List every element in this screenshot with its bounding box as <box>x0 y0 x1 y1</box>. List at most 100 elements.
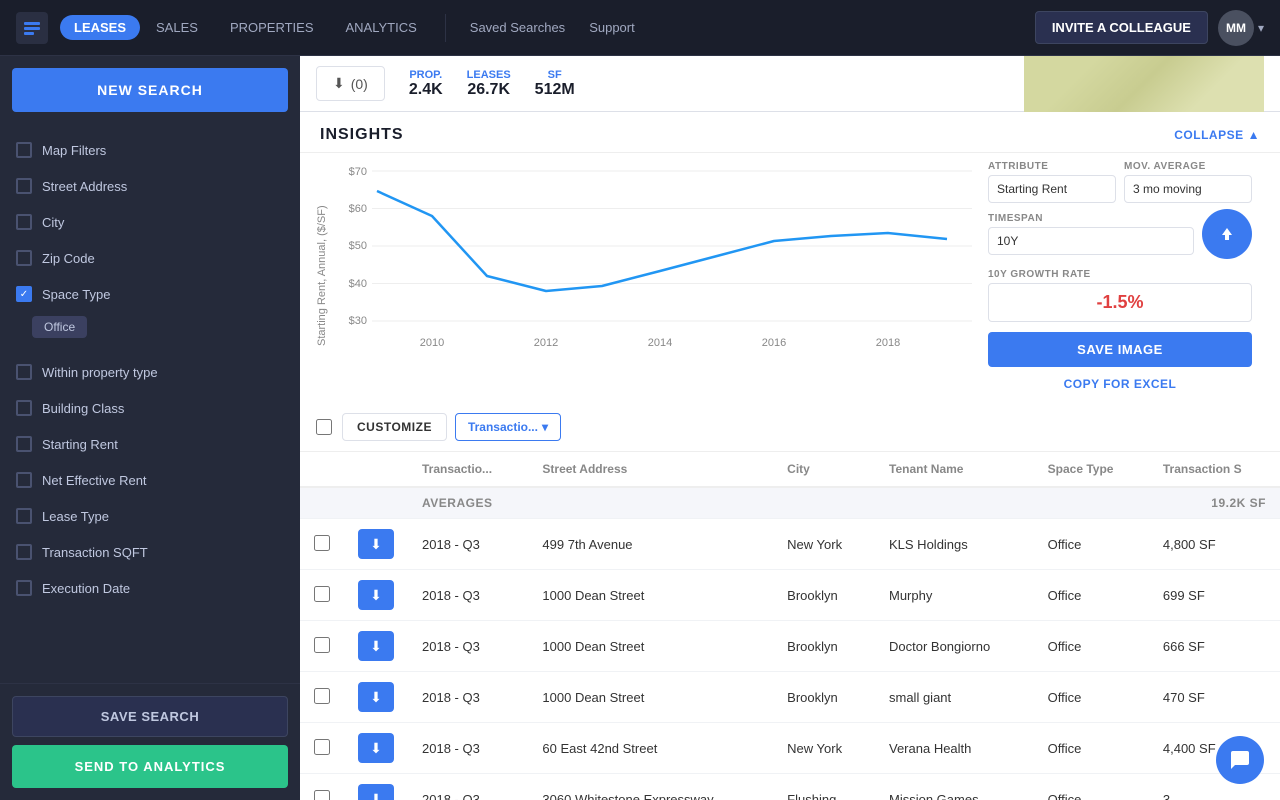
filter-item-net-effective-rent[interactable]: Net Effective Rent <box>0 462 300 498</box>
row-download-button[interactable]: ⬇ <box>358 733 394 763</box>
send-to-analytics-button[interactable]: SEND TO ANALYTICS <box>12 745 288 788</box>
row-checkbox[interactable] <box>314 637 330 653</box>
filter-checkbox-transaction-sqft <box>16 544 32 560</box>
filter-item-transaction-sqft[interactable]: Transaction SQFT <box>0 534 300 570</box>
table-row: ⬇ 2018 - Q3 499 7th Avenue New York KLS … <box>300 519 1280 570</box>
filter-item-within-property-type[interactable]: Within property type <box>0 354 300 390</box>
table-row: ⬇ 2018 - Q3 60 East 42nd Street New York… <box>300 723 1280 774</box>
nav-tab-properties[interactable]: PROPERTIES <box>214 20 330 35</box>
filter-item-city[interactable]: City <box>0 204 300 240</box>
space-type-tag[interactable]: Office <box>32 316 87 338</box>
chart-with-y-label: Starting Rent, Annual, ($/SF) $70 $60 <box>316 161 972 391</box>
filter-item-map-filters[interactable]: Map Filters <box>0 132 300 168</box>
col-tenant-name: Tenant Name <box>875 452 1034 487</box>
row-checkbox[interactable] <box>314 739 330 755</box>
nav-tab-sales[interactable]: SALES <box>140 20 214 35</box>
column-filter-button[interactable]: Transactio... ▾ <box>455 413 561 441</box>
svg-text:$70: $70 <box>349 166 367 178</box>
nav-tab-leases[interactable]: LEASES <box>60 15 140 40</box>
row-period: 2018 - Q3 <box>408 519 528 570</box>
avatar-chevron-icon[interactable]: ▾ <box>1258 21 1264 35</box>
svg-text:2018: 2018 <box>876 337 900 349</box>
timespan-select[interactable]: 10Y <box>988 227 1194 255</box>
row-download-button[interactable]: ⬇ <box>358 631 394 661</box>
right-panel: ⬇ (0) PROP. 2.4K LEASES 26.7K SF 512M <box>300 56 1280 800</box>
stat-leases-label: LEASES <box>467 69 511 81</box>
row-checkbox[interactable] <box>314 790 330 800</box>
row-checkbox[interactable] <box>314 586 330 602</box>
map-thumbnail[interactable] <box>1024 56 1264 112</box>
filter-checkbox-city <box>16 214 32 230</box>
row-download-button[interactable]: ⬇ <box>358 682 394 712</box>
column-filter-label: Transactio... <box>468 420 538 434</box>
averages-label: AVERAGES <box>422 496 492 510</box>
filter-item-starting-rent[interactable]: Starting Rent <box>0 426 300 462</box>
avatar[interactable]: MM <box>1218 10 1254 46</box>
invite-colleague-button[interactable]: INVITE A COLLEAGUE <box>1035 11 1208 44</box>
row-space-type: Office <box>1034 621 1149 672</box>
row-tenant: small giant <box>875 672 1034 723</box>
stat-sf-label: SF <box>535 69 575 81</box>
row-download-button[interactable]: ⬇ <box>358 784 394 800</box>
col-download <box>344 452 408 487</box>
row-city: Brooklyn <box>773 570 875 621</box>
filter-item-zip-code[interactable]: Zip Code <box>0 240 300 276</box>
timespan-label: TIMESPAN <box>988 213 1194 224</box>
filter-item-space-type[interactable]: Space Type <box>0 276 300 312</box>
save-image-button[interactable]: SAVE IMAGE <box>988 332 1252 367</box>
download-button[interactable]: ⬇ (0) <box>316 66 385 101</box>
nav-link-support[interactable]: Support <box>577 20 647 35</box>
row-checkbox[interactable] <box>314 688 330 704</box>
filter-checkbox-starting-rent <box>16 436 32 452</box>
customize-button[interactable]: CUSTOMIZE <box>342 413 447 441</box>
sidebar: NEW SEARCH Map Filters Street Address Ci… <box>0 56 300 800</box>
logo[interactable] <box>16 12 48 44</box>
nav-tab-analytics[interactable]: ANALYTICS <box>330 20 433 35</box>
collapse-button[interactable]: COLLAPSE ▲ <box>1174 128 1260 142</box>
new-search-button[interactable]: NEW SEARCH <box>12 68 288 112</box>
filter-label-zip-code: Zip Code <box>42 251 95 266</box>
col-checkbox <box>300 452 344 487</box>
insights-panel: INSIGHTS COLLAPSE ▲ Starting Rent, Annua… <box>300 112 1280 403</box>
filter-checkbox-net-effective-rent <box>16 472 32 488</box>
insights-title: INSIGHTS <box>320 126 404 144</box>
filter-item-building-class[interactable]: Building Class <box>0 390 300 426</box>
row-address: 3060 Whitestone Expressway <box>528 774 773 800</box>
stat-sf-value: 512M <box>535 81 575 99</box>
svg-text:2010: 2010 <box>420 337 444 349</box>
svg-text:$50: $50 <box>349 240 367 252</box>
select-all-checkbox[interactable] <box>316 419 332 435</box>
attribute-select[interactable]: Starting Rent <box>988 175 1116 203</box>
copy-for-excel-button[interactable]: COPY FOR EXCEL <box>988 377 1252 391</box>
attribute-movavg-row: ATTRIBUTE Starting Rent MOV. AVERAGE 3 m… <box>988 161 1252 203</box>
row-download-button[interactable]: ⬇ <box>358 529 394 559</box>
row-period: 2018 - Q3 <box>408 570 528 621</box>
column-filter-chevron-icon: ▾ <box>542 420 548 434</box>
download-count: (0) <box>351 76 368 92</box>
row-address: 1000 Dean Street <box>528 672 773 723</box>
save-search-button[interactable]: SAVE SEARCH <box>12 696 288 737</box>
row-tenant: Doctor Bongiorno <box>875 621 1034 672</box>
row-period: 2018 - Q3 <box>408 723 528 774</box>
row-space-type: Office <box>1034 723 1149 774</box>
row-download-button[interactable]: ⬇ <box>358 580 394 610</box>
nav-link-saved-searches[interactable]: Saved Searches <box>458 20 577 35</box>
table-row: ⬇ 2018 - Q3 1000 Dean Street Brooklyn Mu… <box>300 570 1280 621</box>
filter-label-building-class: Building Class <box>42 401 124 416</box>
filter-checkbox-execution-date <box>16 580 32 596</box>
chat-fab[interactable] <box>1216 736 1264 784</box>
svg-text:2014: 2014 <box>648 337 672 349</box>
row-tenant: Murphy <box>875 570 1034 621</box>
filter-checkbox-zip-code <box>16 250 32 266</box>
y-axis-label: Starting Rent, Annual, ($/SF) <box>316 161 328 391</box>
filter-item-lease-type[interactable]: Lease Type <box>0 498 300 534</box>
filter-item-street-address[interactable]: Street Address <box>0 168 300 204</box>
filter-label-starting-rent: Starting Rent <box>42 437 118 452</box>
filter-checkbox-street-address <box>16 178 32 194</box>
mov-avg-label: MOV. AVERAGE <box>1124 161 1252 172</box>
upload-fab[interactable] <box>1202 209 1252 259</box>
filter-item-execution-date[interactable]: Execution Date <box>0 570 300 606</box>
moving-average-select[interactable]: 3 mo moving <box>1124 175 1252 203</box>
row-checkbox[interactable] <box>314 535 330 551</box>
row-city: Flushing <box>773 774 875 800</box>
